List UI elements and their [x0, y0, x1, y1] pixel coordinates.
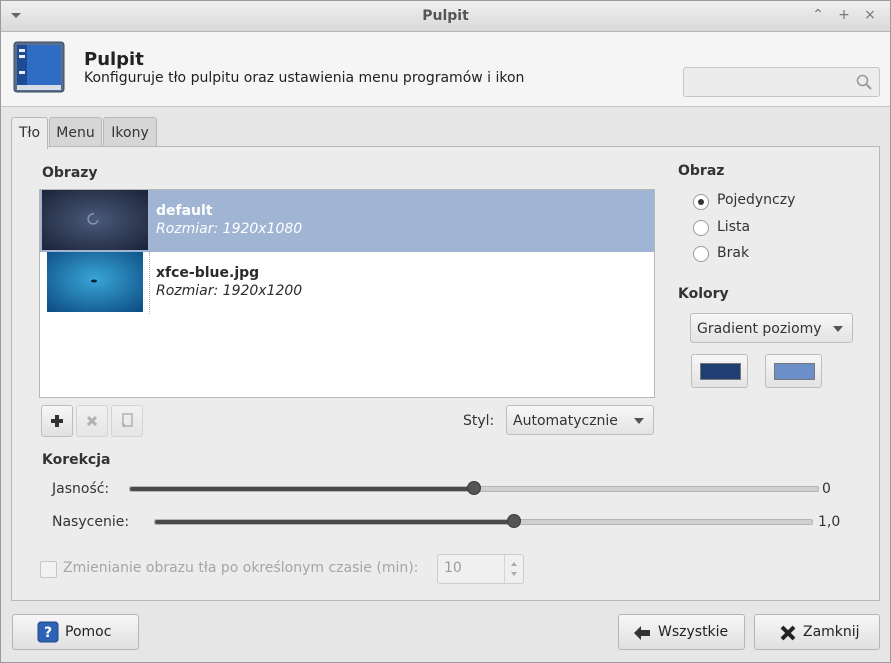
radio-list-label[interactable]: Lista [717, 219, 750, 235]
remove-icon [86, 415, 98, 427]
search-input[interactable] [683, 67, 880, 97]
svg-text:?: ? [44, 625, 52, 641]
help-button-label: Pomoc [65, 624, 112, 640]
brightness-value: 0 [822, 481, 831, 497]
saturation-label: Nasycenie: [52, 514, 130, 530]
colors-section-label: Kolory [678, 286, 729, 302]
radio-list[interactable] [693, 220, 709, 236]
image-list[interactable]: default Rozmiar: 1920x1080 xfce-blue.jpg… [39, 189, 655, 398]
color-mode-dropdown[interactable]: Gradient poziomy [690, 313, 853, 343]
chevron-down-icon [833, 326, 843, 332]
close-x-icon [780, 625, 796, 641]
image-size: Rozmiar: 1920x1200 [156, 283, 303, 299]
close-button[interactable]: Zamknij [754, 614, 880, 650]
radio-single-label[interactable]: Pojedynczy [717, 192, 795, 208]
saturation-slider[interactable] [154, 514, 813, 528]
help-button[interactable]: ? Pomoc [12, 614, 139, 650]
desktop-settings-icon [13, 41, 65, 93]
correction-section-label: Korekcja [42, 452, 111, 468]
color-2-swatch [774, 363, 815, 380]
radio-none[interactable] [693, 246, 709, 262]
help-icon: ? [37, 621, 59, 643]
timer-checkbox[interactable] [40, 561, 57, 578]
tab-menu[interactable]: Menu [49, 117, 102, 146]
tab-background[interactable]: Tło [11, 117, 48, 149]
images-section-label: Obrazy [42, 165, 98, 181]
image-name: default [156, 203, 213, 219]
list-item-text: xfce-blue.jpg Rozmiar: 1920x1200 [156, 264, 302, 300]
close-icon[interactable]: × [861, 6, 879, 24]
brightness-label: Jasność: [52, 481, 110, 497]
style-label: Styl: [463, 413, 495, 429]
window-title: Pulpit [422, 8, 469, 24]
close-button-label: Zamknij [803, 624, 860, 640]
maximize-icon[interactable]: + [835, 6, 853, 24]
search-icon [856, 74, 872, 90]
style-value: Automatycznie [513, 413, 618, 429]
all-settings-button[interactable]: Wszystkie [618, 614, 745, 650]
chevron-down-icon [634, 418, 644, 424]
brightness-slider[interactable] [129, 481, 819, 495]
add-image-button[interactable] [41, 405, 73, 437]
plus-icon [51, 415, 63, 427]
spin-arrows[interactable] [504, 555, 523, 583]
dialog-title: Pulpit [84, 49, 144, 70]
list-item[interactable]: xfce-blue.jpg Rozmiar: 1920x1200 [40, 252, 654, 314]
brightness-slider-fill [130, 487, 474, 491]
title-bar: Pulpit ⌃ + × [1, 1, 890, 32]
color-1-button[interactable] [691, 354, 748, 388]
color-2-button[interactable] [765, 354, 822, 388]
minimize-icon[interactable]: ⌃ [809, 6, 827, 24]
brightness-slider-handle[interactable] [467, 481, 481, 495]
wallpaper-thumbnail [42, 190, 148, 250]
wallpaper-thumbnail [47, 252, 143, 312]
timer-label: Zmienianie obrazu tła po określonym czas… [63, 560, 419, 576]
dialog-subtitle: Konfiguruje tło pulpitu oraz ustawienia … [84, 70, 525, 86]
row-divider [149, 252, 151, 314]
settings-window: Pulpit ⌃ + × Pulpit Konfiguruje tło pulp… [0, 0, 891, 663]
image-mode-label: Obraz [678, 163, 725, 179]
radio-none-label[interactable]: Brak [717, 245, 749, 261]
saturation-slider-handle[interactable] [507, 514, 521, 528]
timer-spinbox[interactable]: 10 [437, 554, 524, 584]
saturation-value: 1,0 [818, 514, 841, 530]
dialog-header: Pulpit Konfiguruje tło pulpitu oraz usta… [1, 32, 890, 107]
new-list-button[interactable] [111, 405, 143, 437]
arrow-left-icon [634, 626, 650, 640]
image-name: xfce-blue.jpg [156, 265, 260, 281]
list-item[interactable]: default Rozmiar: 1920x1080 [40, 190, 654, 252]
spin-arrows-icon [511, 562, 517, 576]
color-1-swatch [700, 363, 741, 380]
all-settings-button-label: Wszystkie [658, 624, 729, 640]
color-mode-value: Gradient poziomy [697, 321, 822, 337]
timer-value: 10 [444, 560, 462, 576]
background-tab-panel: Obrazy default Rozmiar: 1920x1080 xfce-b… [11, 146, 880, 601]
style-dropdown[interactable]: Automatycznie [506, 405, 654, 435]
tab-icons[interactable]: Ikony [103, 117, 157, 146]
document-icon [121, 413, 133, 427]
list-item-text: default Rozmiar: 1920x1080 [156, 202, 302, 238]
remove-image-button[interactable] [76, 405, 108, 437]
saturation-slider-fill [155, 520, 514, 524]
radio-single[interactable] [693, 194, 709, 210]
image-size: Rozmiar: 1920x1080 [156, 221, 303, 237]
